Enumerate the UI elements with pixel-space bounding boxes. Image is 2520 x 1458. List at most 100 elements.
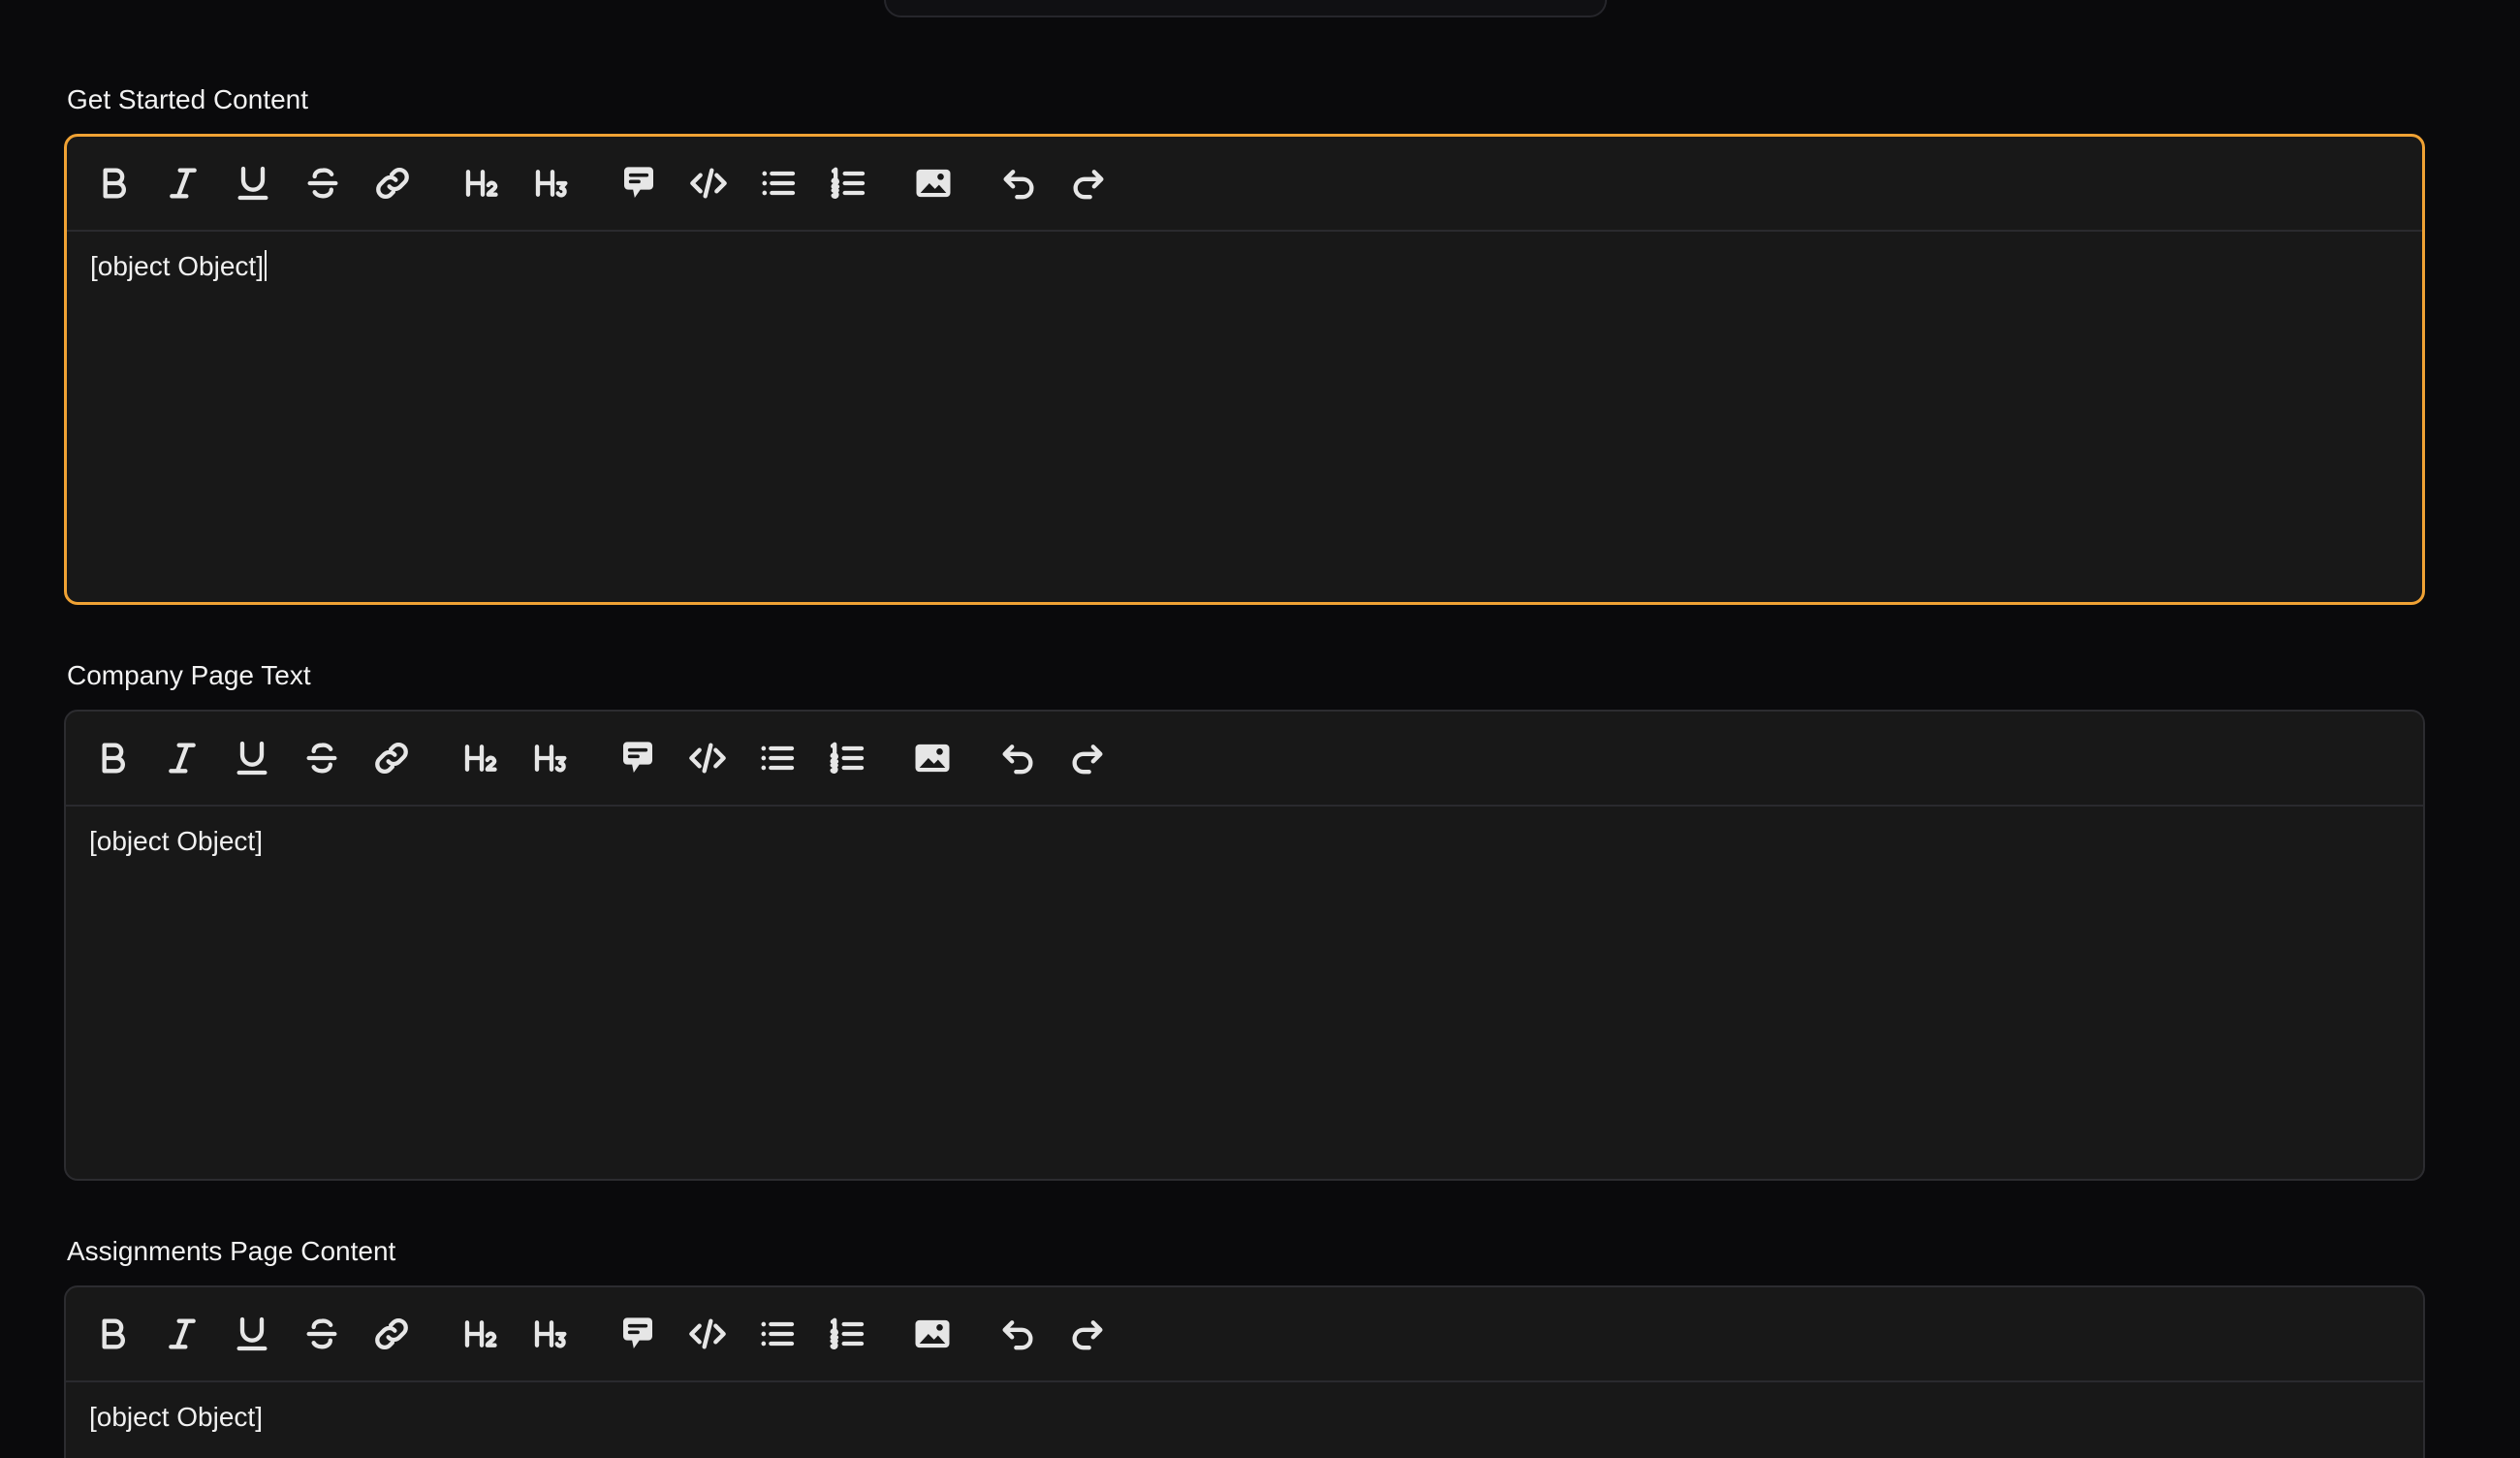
link-icon <box>372 1315 411 1353</box>
heading-2-icon <box>463 164 502 203</box>
heading-3-icon <box>532 739 571 777</box>
field-label: Get Started Content <box>67 84 309 114</box>
redo-icon <box>1069 164 1108 203</box>
company-page-field: Company Page Text [object Object] <box>64 659 2425 1192</box>
heading-3-icon <box>532 1315 571 1353</box>
strikethrough-button[interactable] <box>297 733 347 783</box>
link-button[interactable] <box>366 733 417 783</box>
undo-button[interactable] <box>992 733 1043 783</box>
heading-2-button[interactable] <box>457 733 507 783</box>
bullet-list-icon <box>758 1315 797 1353</box>
editor-text: [object Object] <box>89 1402 263 1432</box>
code-icon <box>689 164 728 203</box>
link-icon <box>373 164 412 203</box>
bold-icon <box>93 1315 132 1353</box>
image-icon <box>914 164 953 203</box>
editor-content[interactable]: [object Object] <box>67 232 2422 602</box>
underline-button[interactable] <box>227 733 277 783</box>
bold-button[interactable] <box>87 733 138 783</box>
rich-text-editor: [object Object] <box>64 1285 2425 1458</box>
undo-icon <box>999 164 1038 203</box>
undo-icon <box>998 1315 1037 1353</box>
italic-icon <box>164 164 203 203</box>
strikethrough-icon <box>302 739 341 777</box>
bold-icon <box>94 164 133 203</box>
redo-icon <box>1068 1315 1107 1353</box>
image-button[interactable] <box>908 158 959 208</box>
underline-button[interactable] <box>228 158 278 208</box>
editor-content[interactable]: [object Object] <box>66 807 2423 1179</box>
text-caret <box>264 250 267 281</box>
page: Get Started Content [object Object] Comp… <box>0 0 2520 1458</box>
field-label: Company Page Text <box>67 660 311 690</box>
link-button[interactable] <box>366 1309 417 1359</box>
strikethrough-icon <box>302 1315 341 1353</box>
undo-icon <box>998 739 1037 777</box>
heading-2-button[interactable] <box>457 1309 507 1359</box>
ordered-list-button[interactable] <box>823 158 873 208</box>
strikethrough-button[interactable] <box>297 1309 347 1359</box>
blockquote-button[interactable] <box>613 733 663 783</box>
heading-3-icon <box>533 164 572 203</box>
heading-3-button[interactable] <box>526 1309 577 1359</box>
redo-button[interactable] <box>1062 1309 1113 1359</box>
image-button[interactable] <box>907 733 958 783</box>
blockquote-button[interactable] <box>613 1309 663 1359</box>
code-icon <box>688 1315 727 1353</box>
assignments-page-field: Assignments Page Content [object Object] <box>64 1235 2425 1458</box>
underline-button[interactable] <box>227 1309 277 1359</box>
editor-text: [object Object] <box>89 826 263 856</box>
bold-button[interactable] <box>87 1309 138 1359</box>
editor-content[interactable]: [object Object] <box>66 1382 2423 1452</box>
rich-text-editor: [object Object] <box>64 710 2425 1181</box>
heading-2-button[interactable] <box>457 158 508 208</box>
undo-button[interactable] <box>993 158 1044 208</box>
redo-button[interactable] <box>1062 733 1113 783</box>
italic-button[interactable] <box>158 158 208 208</box>
ordered-list-icon <box>828 1315 866 1353</box>
underline-icon <box>234 164 272 203</box>
rich-text-editor: [object Object] <box>64 134 2425 605</box>
underline-icon <box>233 1315 271 1353</box>
ordered-list-icon <box>829 164 867 203</box>
undo-button[interactable] <box>992 1309 1043 1359</box>
ordered-list-button[interactable] <box>822 733 872 783</box>
image-button[interactable] <box>907 1309 958 1359</box>
editor-toolbar <box>66 712 2423 807</box>
italic-icon <box>163 739 202 777</box>
editor-toolbar <box>66 1287 2423 1382</box>
editor-toolbar <box>67 137 2422 232</box>
blockquote-icon <box>618 739 657 777</box>
bullet-list-button[interactable] <box>752 1309 803 1359</box>
blockquote-button[interactable] <box>614 158 664 208</box>
italic-button[interactable] <box>157 733 207 783</box>
redo-button[interactable] <box>1063 158 1114 208</box>
link-button[interactable] <box>367 158 418 208</box>
code-button[interactable] <box>682 733 733 783</box>
strikethrough-button[interactable] <box>298 158 348 208</box>
ordered-list-icon <box>828 739 866 777</box>
code-button[interactable] <box>683 158 734 208</box>
bullet-list-icon <box>758 739 797 777</box>
field-label: Assignments Page Content <box>67 1236 396 1266</box>
bullet-list-button[interactable] <box>753 158 803 208</box>
bold-icon <box>93 739 132 777</box>
image-icon <box>913 739 952 777</box>
bullet-list-icon <box>759 164 798 203</box>
ordered-list-button[interactable] <box>822 1309 872 1359</box>
heading-3-button[interactable] <box>526 733 577 783</box>
top-panel-edge <box>884 0 1607 17</box>
underline-icon <box>233 739 271 777</box>
bold-button[interactable] <box>88 158 139 208</box>
italic-button[interactable] <box>157 1309 207 1359</box>
link-icon <box>372 739 411 777</box>
italic-icon <box>163 1315 202 1353</box>
heading-3-button[interactable] <box>527 158 578 208</box>
heading-2-icon <box>462 1315 501 1353</box>
redo-icon <box>1068 739 1107 777</box>
blockquote-icon <box>618 1315 657 1353</box>
bullet-list-button[interactable] <box>752 733 803 783</box>
code-icon <box>688 739 727 777</box>
code-button[interactable] <box>682 1309 733 1359</box>
image-icon <box>913 1315 952 1353</box>
